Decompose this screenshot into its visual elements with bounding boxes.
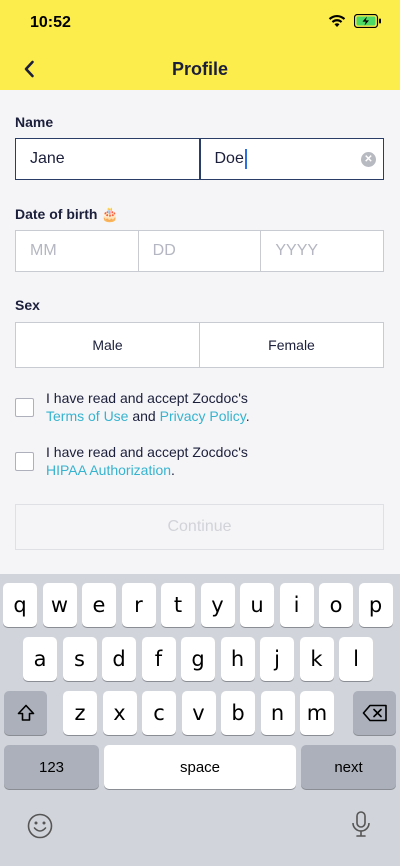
- key-o[interactable]: o: [319, 583, 353, 627]
- key-e[interactable]: e: [82, 583, 116, 627]
- last-name-value: Doe: [214, 150, 244, 167]
- hipaa-checkbox[interactable]: [15, 452, 34, 471]
- continue-button[interactable]: Continue: [15, 504, 384, 550]
- sex-selector: Male Female: [15, 322, 384, 368]
- emoji-button[interactable]: [26, 812, 54, 845]
- key-c[interactable]: c: [142, 691, 176, 735]
- terms-of-use-link[interactable]: Terms of Use: [46, 408, 128, 424]
- terms-prefix: I have read and accept Zocdoc's: [46, 390, 248, 406]
- key-h[interactable]: h: [220, 637, 255, 681]
- terms-text: I have read and accept Zocdoc's Terms of…: [46, 389, 250, 425]
- key-b[interactable]: b: [221, 691, 255, 735]
- shift-key[interactable]: [4, 691, 47, 735]
- terms-period: .: [245, 408, 250, 424]
- key-f[interactable]: f: [141, 637, 176, 681]
- dob-year-input[interactable]: YYYY: [261, 230, 385, 272]
- hipaa-prefix: I have read and accept Zocdoc's: [46, 444, 248, 460]
- key-m[interactable]: m: [300, 691, 334, 735]
- name-fields: Jane Doe ✕: [15, 138, 384, 180]
- battery-charging-icon: [354, 14, 381, 28]
- terms-and: and: [132, 408, 156, 424]
- key-u[interactable]: u: [240, 583, 274, 627]
- sex-male-button[interactable]: Male: [15, 322, 200, 368]
- numbers-key[interactable]: 123: [4, 745, 99, 789]
- key-k[interactable]: k: [299, 637, 334, 681]
- first-name-value: Jane: [30, 150, 65, 167]
- emoji-icon: [27, 813, 53, 839]
- backspace-icon: [362, 704, 387, 722]
- hipaa-text: I have read and accept Zocdoc's HIPAA Au…: [46, 443, 248, 479]
- key-a[interactable]: a: [23, 637, 57, 681]
- status-time: 10:52: [30, 14, 71, 31]
- status-bar: 10:52: [0, 0, 400, 46]
- shift-icon: [17, 704, 34, 721]
- name-label: Name: [15, 114, 54, 130]
- dob-fields: MM DD YYYY: [15, 230, 385, 272]
- text-caret: [244, 149, 247, 169]
- birthday-cake-icon: 🎂: [101, 206, 119, 222]
- key-s[interactable]: s: [62, 637, 97, 681]
- key-j[interactable]: j: [260, 637, 294, 681]
- key-t[interactable]: t: [161, 583, 195, 627]
- key-r[interactable]: r: [121, 583, 156, 627]
- terms-checkbox[interactable]: [15, 398, 34, 417]
- key-i[interactable]: i: [279, 583, 314, 627]
- wifi-icon: [328, 14, 346, 27]
- key-y[interactable]: y: [200, 583, 235, 627]
- last-name-input[interactable]: Doe ✕: [199, 138, 384, 180]
- dictation-button[interactable]: [348, 810, 374, 845]
- hipaa-authorization-link[interactable]: HIPAA Authorization: [46, 462, 171, 478]
- nav-bar: Profile: [0, 46, 400, 90]
- key-x[interactable]: x: [102, 691, 137, 735]
- backspace-key[interactable]: [353, 691, 396, 735]
- dob-month-input[interactable]: MM: [15, 230, 139, 272]
- clear-icon[interactable]: ✕: [361, 152, 376, 167]
- dob-label: Date of birth 🎂: [15, 206, 119, 223]
- keyboard: qwertyuiop asdfghjkl zxcvbnm 123 space n…: [0, 574, 400, 866]
- key-z[interactable]: z: [63, 691, 97, 735]
- key-v[interactable]: v: [181, 691, 216, 735]
- sex-female-button[interactable]: Female: [200, 322, 384, 368]
- space-key[interactable]: space: [104, 745, 296, 789]
- page-title: Profile: [171, 59, 228, 79]
- key-g[interactable]: g: [181, 637, 215, 681]
- key-n[interactable]: n: [260, 691, 295, 735]
- sex-label: Sex: [15, 297, 40, 313]
- privacy-policy-link[interactable]: Privacy Policy: [160, 408, 246, 424]
- dob-day-placeholder: DD: [152, 242, 176, 259]
- next-key[interactable]: next: [301, 745, 396, 789]
- key-d[interactable]: d: [102, 637, 136, 681]
- dob-label-text: Date of birth: [15, 206, 98, 222]
- dob-month-placeholder: MM: [30, 242, 57, 259]
- first-name-input[interactable]: Jane: [15, 138, 200, 180]
- hipaa-period: .: [171, 462, 175, 478]
- microphone-icon: [352, 811, 370, 837]
- key-q[interactable]: q: [3, 583, 37, 627]
- dob-day-input[interactable]: DD: [138, 230, 262, 272]
- key-w[interactable]: w: [42, 583, 77, 627]
- dob-year-placeholder: YYYY: [275, 242, 319, 259]
- status-icons: [328, 14, 382, 28]
- key-l[interactable]: l: [339, 637, 373, 681]
- key-p[interactable]: p: [358, 583, 393, 627]
